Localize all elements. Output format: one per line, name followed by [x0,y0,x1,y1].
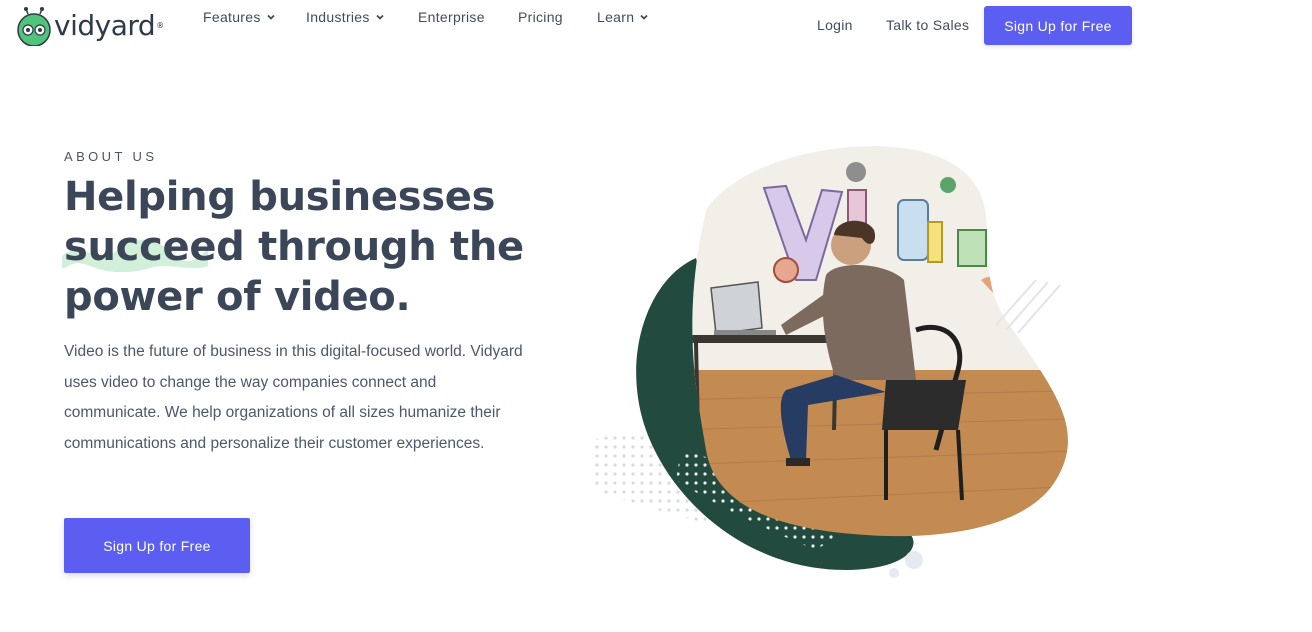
login-link[interactable]: Login [817,17,853,33]
vidyard-logo[interactable]: vidyard® [16,6,164,46]
header-signup-button[interactable]: Sign Up for Free [984,6,1132,45]
hero-signup-button[interactable]: Sign Up for Free [64,518,250,573]
nav-item-features[interactable]: Features [203,7,276,27]
dot-decoration [889,568,899,578]
headline-line-1: Helping businesses [64,174,496,220]
headline-line-3: power of video. [64,274,411,320]
nav-item-label: Learn [597,9,635,25]
dot-decoration [905,551,923,569]
hero-illustration [586,130,1086,600]
chevron-down-icon [640,14,648,20]
vidyard-robot-icon [17,7,51,46]
hero-headline: Helping businesses succeed through the p… [62,172,534,322]
nav-item-label: Industries [306,9,370,25]
nav-item-label: Enterprise [418,9,485,25]
chevron-down-icon [267,14,275,20]
section-eyebrow: ABOUT US [64,149,158,164]
nav-item-industries[interactable]: Industries [306,7,385,27]
site-header: vidyard® Features Industries Enterprise … [0,0,1312,54]
nav-item-pricing[interactable]: Pricing [518,7,563,27]
nav-item-learn[interactable]: Learn [597,7,649,27]
hero-description: Video is the future of business in this … [64,343,523,452]
person-working-at-laptop-photo [591,146,1068,578]
talk-to-sales-link[interactable]: Talk to Sales [886,17,969,33]
nav-item-label: Features [203,9,261,25]
nav-item-label: Pricing [518,9,563,25]
headline-line-2-rest: through the [244,224,524,270]
chevron-down-icon [376,14,384,20]
nav-item-enterprise[interactable]: Enterprise [418,7,485,27]
logo-wordmark: vidyard® [54,9,164,42]
headline-highlight: succeed [62,222,245,272]
headline-line-2: succeed through the [62,222,534,272]
